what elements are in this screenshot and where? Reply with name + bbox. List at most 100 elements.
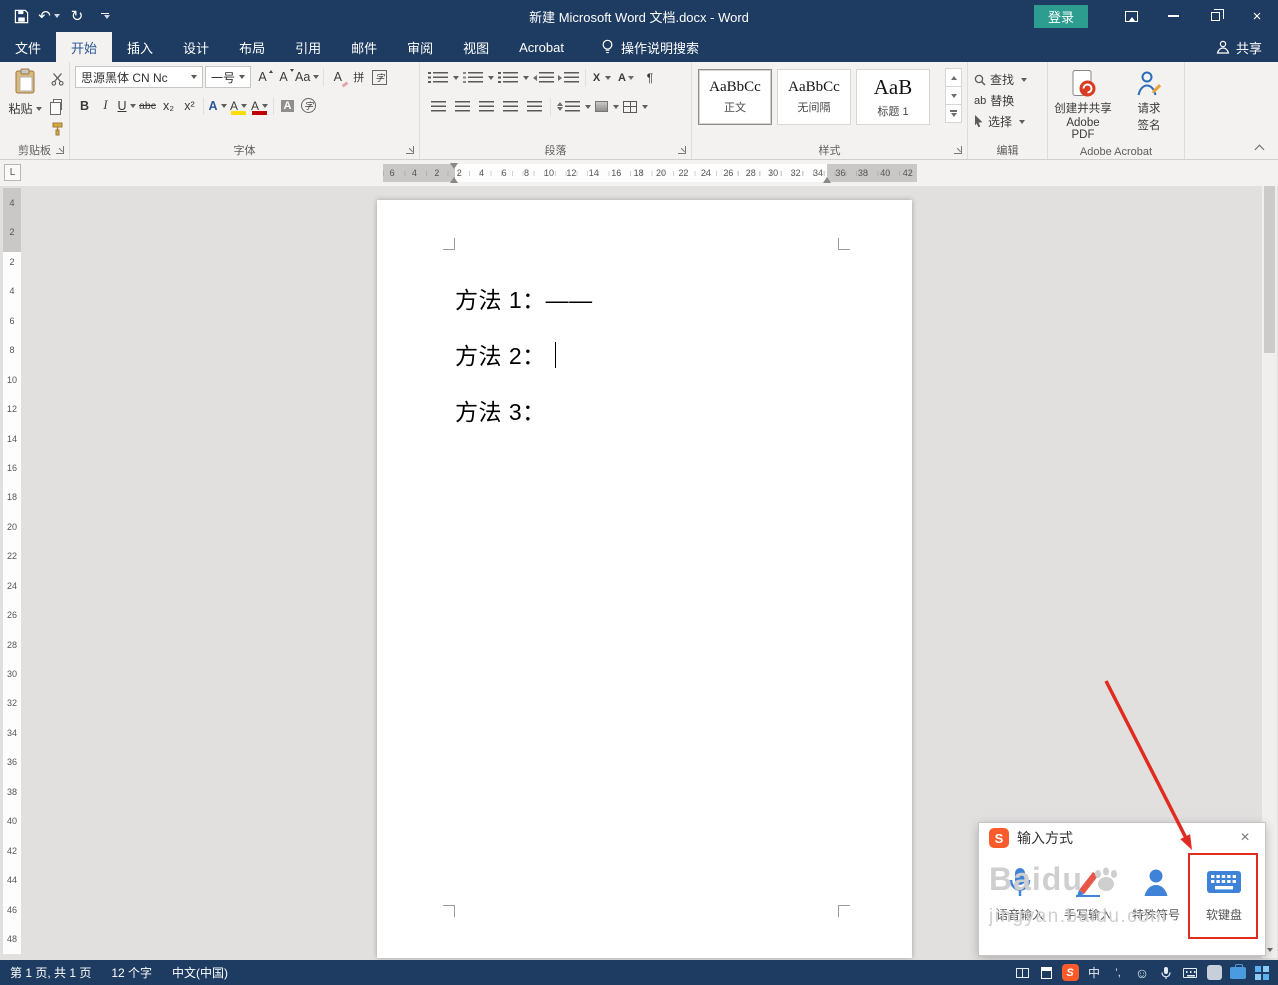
sort-button[interactable]: A xyxy=(616,67,636,88)
document-page[interactable]: 方法 1：—— 方法 2： 方法 3： xyxy=(377,200,912,958)
replace-button[interactable]: ab 替换 xyxy=(972,90,1043,111)
vertical-ruler[interactable]: 4 2 2 4 6 8 10 12 14 16 18 20 22 24 26 28 30 32 34 36 38 40 42… xyxy=(3,188,21,954)
multilevel-list-button[interactable] xyxy=(498,67,529,88)
tab-review[interactable]: 审阅 xyxy=(392,32,448,62)
tab-file[interactable]: 文件 xyxy=(0,32,56,62)
ime-skin-button[interactable] xyxy=(1202,960,1226,985)
tab-layout[interactable]: 布局 xyxy=(224,32,280,62)
ribbon-display-options-button[interactable] xyxy=(1110,0,1152,32)
collapse-ribbon-button[interactable] xyxy=(1250,142,1268,156)
highlight-color-button[interactable]: A xyxy=(229,95,248,116)
soft-keyboard-button[interactable]: 软键盘 xyxy=(1191,863,1257,923)
bullets-button[interactable] xyxy=(428,67,459,88)
tab-mailings[interactable]: 邮件 xyxy=(336,32,392,62)
strikethrough-button[interactable]: abc xyxy=(138,95,157,116)
font-size-select[interactable]: 一号 xyxy=(205,66,251,88)
font-color-button[interactable]: A xyxy=(250,95,269,116)
font-name-select[interactable]: 思源黑体 CN Nc xyxy=(75,66,203,88)
ime-language-button[interactable]: 中 xyxy=(1082,960,1106,985)
save-button[interactable] xyxy=(10,4,32,28)
align-left-button[interactable] xyxy=(428,96,448,117)
create-share-pdf-button[interactable]: 创建并共享 Adobe PDF xyxy=(1054,69,1112,143)
character-shading-button[interactable]: A xyxy=(278,95,297,116)
horizontal-ruler[interactable]: 6 4 2 2 4 6 8 10 12 14 16 18 20 22 24 26 28 30 32 34 36 38 40 4… xyxy=(383,163,917,183)
right-indent-marker[interactable] xyxy=(823,177,831,183)
shrink-font-button[interactable]: A xyxy=(274,67,294,88)
distribute-button[interactable] xyxy=(524,96,544,117)
tab-stop-selector[interactable]: L xyxy=(4,164,21,181)
italic-button[interactable]: I xyxy=(96,95,115,116)
first-line-indent-marker[interactable] xyxy=(450,163,458,169)
grow-font-button[interactable]: A xyxy=(253,67,273,88)
ime-toolbox-button[interactable] xyxy=(1226,960,1250,985)
decrease-indent-button[interactable] xyxy=(533,67,554,88)
select-button[interactable]: 选择 xyxy=(972,111,1043,132)
ime-emoji-button[interactable]: ☺ xyxy=(1130,960,1154,985)
enclose-circle-button[interactable]: 字 xyxy=(299,95,318,116)
redo-button[interactable]: ↻ xyxy=(66,4,88,28)
ime-more-tools-button[interactable] xyxy=(1250,960,1274,985)
numbering-button[interactable] xyxy=(463,67,494,88)
tell-me-search[interactable]: 操作说明搜索 xyxy=(601,32,699,62)
style-card-no-spacing[interactable]: AaBbCc 无间隔 xyxy=(777,69,851,125)
phonetic-guide-button[interactable]: 拼 xyxy=(349,67,368,88)
handwriting-input-button[interactable]: 手写输入 xyxy=(1055,863,1121,923)
subscript-button[interactable]: x₂ xyxy=(159,95,178,116)
superscript-button[interactable]: x² xyxy=(180,95,199,116)
bold-button[interactable]: B xyxy=(75,95,94,116)
style-scroll-up-button[interactable] xyxy=(945,68,962,87)
close-button[interactable]: × xyxy=(1236,0,1278,32)
read-mode-button[interactable] xyxy=(1010,960,1034,985)
sogou-logo-button[interactable]: S xyxy=(1058,960,1082,985)
style-card-heading1[interactable]: AaB 标题 1 xyxy=(856,69,930,125)
tab-view[interactable]: 视图 xyxy=(448,32,504,62)
format-painter-button[interactable] xyxy=(48,121,66,137)
tab-design[interactable]: 设计 xyxy=(168,32,224,62)
undo-button[interactable]: ↶ xyxy=(38,4,60,28)
copy-button[interactable] xyxy=(48,96,66,115)
style-scroll-down-button[interactable] xyxy=(945,86,962,105)
line-spacing-button[interactable] xyxy=(557,96,591,117)
clipboard-dialog-launcher[interactable] xyxy=(55,145,66,156)
justify-button[interactable] xyxy=(500,96,520,117)
align-right-button[interactable] xyxy=(476,96,496,117)
customize-qat-button[interactable] xyxy=(94,4,116,28)
underline-button[interactable]: U xyxy=(117,95,136,116)
special-symbols-button[interactable]: 特殊符号 xyxy=(1123,863,1189,923)
word-count[interactable]: 12 个字 xyxy=(101,964,162,981)
increase-indent-button[interactable] xyxy=(558,67,579,88)
tab-insert[interactable]: 插入 xyxy=(112,32,168,62)
tab-home[interactable]: 开始 xyxy=(56,32,113,62)
styles-dialog-launcher[interactable] xyxy=(953,145,964,156)
document-line[interactable]: 方法 3： xyxy=(455,393,546,427)
document-line[interactable]: 方法 2： xyxy=(455,337,557,371)
enclose-characters-button[interactable]: 字 xyxy=(370,67,389,88)
find-button[interactable]: 查找 xyxy=(972,69,1043,90)
voice-input-button[interactable]: 语音输入 xyxy=(987,863,1053,923)
document-line[interactable]: 方法 1：—— xyxy=(455,281,593,315)
minimize-button[interactable] xyxy=(1152,0,1194,32)
show-paragraph-marks-button[interactable]: ¶ xyxy=(640,67,660,88)
sign-in-button[interactable]: 登录 xyxy=(1033,4,1088,28)
page-indicator[interactable]: 第 1 页, 共 1 页 xyxy=(0,964,101,981)
align-center-button[interactable] xyxy=(452,96,472,117)
clear-formatting-button[interactable]: A xyxy=(328,67,347,88)
cut-button[interactable] xyxy=(48,71,66,87)
asian-layout-button[interactable]: X xyxy=(592,67,612,88)
text-effects-button[interactable]: A xyxy=(208,95,227,116)
share-button[interactable]: 共享 xyxy=(1216,32,1262,62)
borders-button[interactable] xyxy=(623,96,648,117)
popup-close-button[interactable]: × xyxy=(1235,829,1255,847)
print-layout-button[interactable] xyxy=(1034,960,1058,985)
language-indicator[interactable]: 中文(中国) xyxy=(162,964,238,981)
font-dialog-launcher[interactable] xyxy=(405,145,416,156)
scrollbar-thumb[interactable] xyxy=(1264,183,1275,353)
ime-mic-button[interactable] xyxy=(1154,960,1178,985)
style-card-normal[interactable]: AaBbCc 正文 xyxy=(698,69,772,125)
change-case-button[interactable]: Aa xyxy=(295,67,320,88)
restore-button[interactable] xyxy=(1194,0,1236,32)
paste-button[interactable]: 粘贴 xyxy=(4,68,46,117)
tab-acrobat[interactable]: Acrobat xyxy=(504,32,579,62)
paragraph-dialog-launcher[interactable] xyxy=(677,145,688,156)
hanging-indent-marker[interactable] xyxy=(450,177,458,183)
